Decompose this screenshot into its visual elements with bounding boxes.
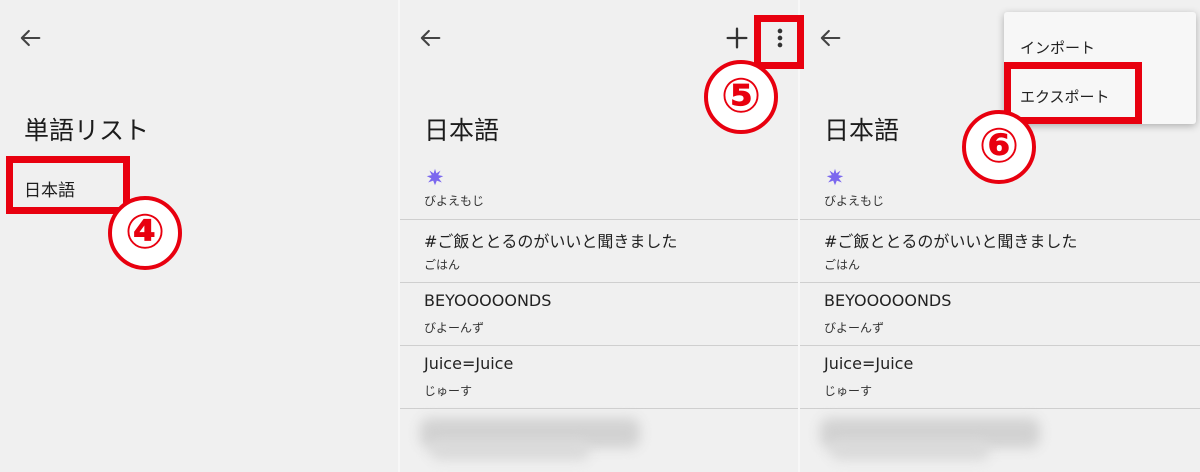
entry-reading: びよえもじ [824, 194, 885, 208]
entry-word: #ご飯ととるのがいいと聞きました [824, 232, 1078, 251]
word-entry[interactable]: Juice=Juice じゅーす [800, 346, 1200, 409]
highlight-box [6, 156, 130, 214]
back-arrow-icon[interactable] [416, 24, 444, 52]
divider [400, 408, 800, 409]
add-icon[interactable] [723, 24, 751, 52]
highlight-box [1004, 62, 1142, 124]
page-title: 日本語 [824, 116, 900, 145]
entry-word: Juice=Juice [824, 354, 914, 373]
blurred-entry [830, 440, 990, 460]
entry-reading: びよーんず [424, 321, 485, 335]
word-entry[interactable]: BEYOOOOONDS びよーんず [400, 283, 800, 346]
word-entry[interactable]: #ご飯ととるのがいいと聞きました ごはん [400, 220, 800, 283]
splat-icon [426, 168, 444, 186]
step-marker: ④ [108, 196, 182, 270]
entry-word: BEYOOOOONDS [424, 291, 552, 310]
panel-word-list: 単語リスト 日本語 [0, 0, 400, 472]
step-marker: ⑤ [704, 60, 778, 134]
blurred-entry [430, 440, 590, 460]
word-entry[interactable]: BEYOOOOONDS びよーんず [800, 283, 1200, 346]
menu-item-import[interactable]: インポート [1020, 37, 1095, 58]
word-entry[interactable]: びよえもじ [400, 160, 800, 220]
splat-icon [826, 168, 844, 186]
back-arrow-icon[interactable] [16, 24, 44, 52]
entry-reading: じゅーす [424, 384, 473, 398]
entry-reading: びよえもじ [424, 194, 485, 208]
tutorial-composite: 単語リスト 日本語 日本語 びよえもじ #ご飯ととるのがいいと聞きました ごはん [0, 0, 1200, 472]
highlight-box [754, 15, 804, 69]
entry-reading: びよーんず [824, 321, 885, 335]
entry-word: BEYOOOOONDS [824, 291, 952, 310]
page-title: 日本語 [424, 116, 500, 145]
divider [800, 408, 1200, 409]
back-arrow-icon[interactable] [816, 24, 844, 52]
page-title: 単語リスト [24, 116, 150, 145]
entry-reading: ごはん [424, 258, 461, 272]
word-entry[interactable]: Juice=Juice じゅーす [400, 346, 800, 409]
step-marker: ⑥ [962, 110, 1036, 184]
entry-reading: ごはん [824, 258, 861, 272]
entry-reading: じゅーす [824, 384, 873, 398]
word-entry[interactable]: #ご飯ととるのがいいと聞きました ごはん [800, 220, 1200, 283]
entry-word: #ご飯ととるのがいいと聞きました [424, 232, 678, 251]
entry-word: Juice=Juice [424, 354, 514, 373]
